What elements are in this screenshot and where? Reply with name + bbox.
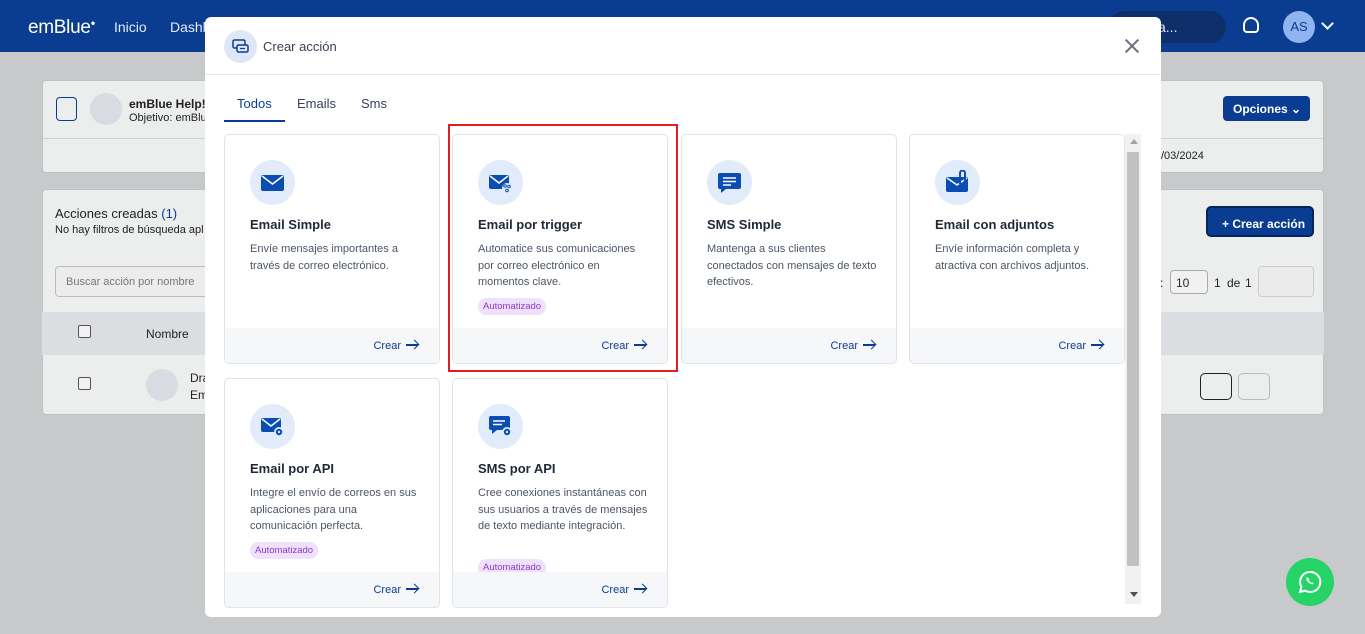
crear-button[interactable]: Crear <box>601 340 647 352</box>
card-title: Email por API <box>250 461 335 476</box>
close-icon[interactable] <box>1123 37 1141 55</box>
back-button[interactable] <box>56 97 77 121</box>
card-title: Email por trigger <box>478 217 583 232</box>
arrow-right-icon <box>406 340 419 350</box>
page-size-select[interactable]: 10 <box>1170 270 1208 294</box>
modal-header: Crear acción <box>205 17 1161 75</box>
no-filters-text: No hay filtros de búsqueda apl <box>55 224 204 236</box>
arrow-right-icon <box>1091 340 1104 350</box>
create-action-button[interactable]: + Crear acción <box>1206 206 1314 237</box>
card-footer: Crear <box>453 328 667 363</box>
modal-title: Crear acción <box>263 39 337 54</box>
crear-button[interactable]: Crear <box>1058 340 1104 352</box>
card-description: Integre el envío de correos en sus aplic… <box>250 487 417 532</box>
crear-button[interactable]: Crear <box>601 584 647 596</box>
card-description: Envíe mensajes importantes a través de c… <box>250 243 398 272</box>
arrow-right-icon <box>634 584 647 594</box>
arrow-right-icon <box>634 340 647 350</box>
emblue-logo[interactable]: emBlue● <box>28 17 95 39</box>
tab-sms[interactable]: Sms <box>361 96 387 122</box>
automatizado-badge: Automatizado <box>478 298 547 315</box>
card-email-simple[interactable]: Email Simple Envíe mensajes importantes … <box>224 134 440 364</box>
envelope-icon <box>250 160 295 205</box>
date-fragment: /03/2024 <box>1161 150 1204 162</box>
campaign-objective: Objetivo: emBlu <box>129 112 207 124</box>
crear-button[interactable]: Crear <box>373 340 419 352</box>
whatsapp-button[interactable] <box>1286 558 1334 606</box>
card-description: Envíe información completa y atractiva c… <box>935 243 1090 272</box>
automatizado-badge: Automatizado <box>250 542 319 559</box>
page-total: 1 <box>1245 276 1252 290</box>
card-description: Automatice sus comunicaciones por correo… <box>478 243 636 288</box>
card-description: Mantenga a sus clientes conectados con m… <box>707 243 877 288</box>
card-sms-simple[interactable]: SMS Simple Mantenga a sus clientes conec… <box>681 134 897 364</box>
tab-todos[interactable]: Todos <box>224 96 285 122</box>
scrollbar-thumb[interactable] <box>1127 152 1139 566</box>
folder-icon <box>90 93 122 125</box>
tab-emails[interactable]: Emails <box>297 96 336 122</box>
card-title: Email Simple <box>250 217 331 232</box>
envelope-api-icon <box>250 404 295 449</box>
card-footer: Crear <box>682 328 896 363</box>
card-title: SMS por API <box>478 461 556 476</box>
view-button[interactable] <box>1200 373 1232 400</box>
document-button[interactable] <box>1238 373 1270 400</box>
envelope-icon <box>146 369 178 401</box>
headset-icon[interactable] <box>1243 17 1259 33</box>
search-input[interactable]: Buscar acción por nombre <box>55 266 215 297</box>
card-description: Cree conexiones instantáneas con sus usu… <box>478 487 648 532</box>
avatar[interactable]: AS <box>1283 11 1315 43</box>
column-name[interactable]: Nombre <box>146 327 189 341</box>
card-footer: Crear <box>225 328 439 363</box>
sms-api-icon <box>478 404 523 449</box>
arrow-right-icon <box>863 340 876 350</box>
page-current: 1 <box>1214 276 1221 290</box>
actions-title: Acciones creadas (1) <box>55 206 178 221</box>
scroll-down-icon[interactable] <box>1130 592 1138 597</box>
options-button[interactable]: Opciones ⌄ <box>1223 96 1310 121</box>
campaign-title: emBlue Help! <box>129 97 206 111</box>
card-sms-api[interactable]: SMS por API Cree conexiones instantáneas… <box>452 378 668 608</box>
envelope-attachment-icon <box>935 160 980 205</box>
card-email-adjuntos[interactable]: Email con adjuntos Envíe información com… <box>909 134 1125 364</box>
card-footer: Crear <box>910 328 1124 363</box>
arrow-right-icon <box>406 584 419 594</box>
page-of: de <box>1227 276 1241 290</box>
create-action-modal: Crear acción Todos Emails Sms Email Simp… <box>205 17 1161 617</box>
scroll-up-icon[interactable] <box>1130 139 1138 144</box>
card-footer: Crear <box>453 572 667 607</box>
pagination-nav[interactable] <box>1258 266 1314 297</box>
sms-icon <box>707 160 752 205</box>
chevron-down-icon[interactable] <box>1321 17 1334 30</box>
envelope-trigger-icon <box>478 160 523 205</box>
row-checkbox[interactable] <box>78 377 91 390</box>
crear-button[interactable]: Crear <box>830 340 876 352</box>
modal-scrollbar[interactable] <box>1125 134 1141 604</box>
select-all-checkbox[interactable] <box>78 325 91 338</box>
card-title: SMS Simple <box>707 217 782 232</box>
card-email-api[interactable]: Email por API Integre el envío de correo… <box>224 378 440 608</box>
card-email-trigger[interactable]: Email por trigger Automatice sus comunic… <box>452 134 668 364</box>
card-title: Email con adjuntos <box>935 217 1055 232</box>
whatsapp-icon <box>1298 570 1322 594</box>
nav-inicio[interactable]: Inicio <box>114 19 147 35</box>
chat-action-icon <box>224 30 257 63</box>
card-footer: Crear <box>225 572 439 607</box>
crear-button[interactable]: Crear <box>373 584 419 596</box>
